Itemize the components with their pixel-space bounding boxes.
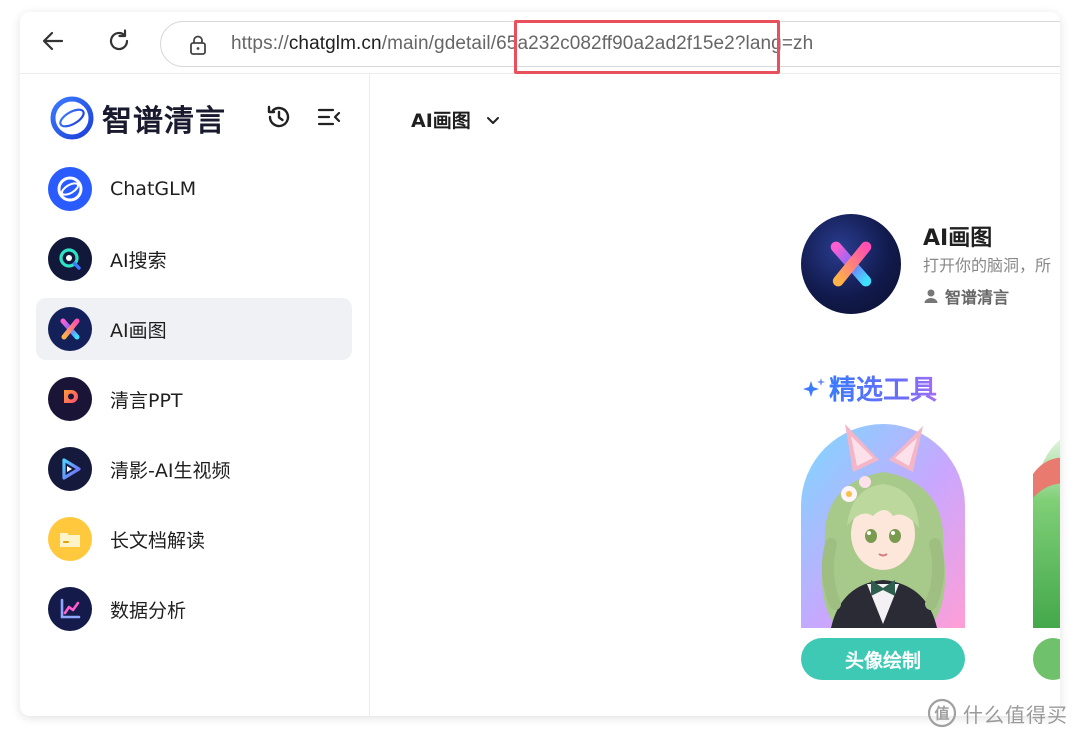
sidebar-item-ai-draw[interactable]: AI画图	[36, 298, 352, 360]
collapse-menu-icon	[317, 108, 341, 126]
address-bar[interactable]: https://chatglm.cn/main/gdetail/65a232c0…	[160, 21, 1060, 67]
history-button[interactable]	[264, 102, 294, 132]
history-icon	[267, 105, 290, 128]
watermark-text: 什么值得买	[963, 702, 1068, 727]
sidebar-item-ppt[interactable]: 清言PPT	[36, 368, 352, 430]
user-icon	[924, 289, 938, 303]
sidebar-item-long-doc[interactable]: 长文档解读	[36, 508, 352, 570]
video-icon	[48, 447, 92, 491]
sidebar-item-label: 长文档解读	[110, 529, 206, 552]
tool-card-avatar-drawing[interactable]: 头像绘制	[801, 424, 965, 680]
watermark: 值 什么值得买	[927, 698, 1068, 728]
tool-card-partial[interactable]	[1033, 424, 1060, 680]
sidebar-item-label: 清言PPT	[110, 389, 183, 412]
back-button[interactable]	[38, 26, 68, 56]
mode-label: AI画图	[411, 110, 471, 132]
sidebar: 智谱清言 ChatGLM AI搜索 AI画图 清言PPT 清影-AI生视频 长文…	[20, 74, 370, 716]
sidebar-item-label: 清影-AI生视频	[110, 459, 231, 482]
sidebar-menu: ChatGLM AI搜索 AI画图 清言PPT 清影-AI生视频 长文档解读 数…	[36, 158, 352, 648]
smzdm-logo-icon: 值	[927, 698, 957, 728]
section-title: 精选工具	[829, 368, 937, 407]
sidebar-item-chatglm[interactable]: ChatGLM	[36, 158, 352, 220]
browser-window: https://chatglm.cn/main/gdetail/65a232c0…	[20, 12, 1060, 716]
agent-card[interactable]: AI画图 打开你的脑洞，所 智谱清言	[801, 214, 1060, 314]
chatglm-icon	[48, 167, 92, 211]
avatar-artwork-image	[801, 424, 965, 628]
featured-tools-heading: 精选工具	[801, 368, 937, 407]
chart-icon	[48, 587, 92, 631]
url-host: chatglm.cn	[288, 33, 382, 54]
agent-title: AI画图	[923, 226, 993, 251]
lock-icon[interactable]	[187, 34, 209, 56]
ai-draw-logo-icon	[830, 241, 872, 287]
agent-avatar	[801, 214, 901, 314]
brand[interactable]: 智谱清言	[50, 96, 226, 140]
mode-dropdown[interactable]: AI画图	[411, 106, 501, 133]
url-path: /main/gdetail/65a232c082ff90a2ad2f15e2?l…	[381, 33, 814, 54]
sparkle-icon	[803, 377, 825, 397]
zhipu-logo-icon	[50, 96, 94, 140]
sidebar-item-ai-search[interactable]: AI搜索	[36, 228, 352, 290]
ai-draw-icon	[48, 307, 92, 351]
sidebar-item-video[interactable]: 清影-AI生视频	[36, 438, 352, 500]
sidebar-item-label: ChatGLM	[110, 178, 197, 200]
author-name: 智谱清言	[945, 288, 1010, 307]
browser-toolbar: https://chatglm.cn/main/gdetail/65a232c0…	[20, 12, 1060, 74]
brand-name: 智谱清言	[102, 104, 226, 139]
tool-artwork-image	[1033, 439, 1060, 680]
reload-button[interactable]	[104, 26, 134, 56]
collapse-sidebar-button[interactable]	[314, 102, 344, 132]
svg-text:值: 值	[934, 705, 949, 723]
arrow-left-icon	[42, 31, 64, 51]
main-content: AI画图 AI画图 打开你的脑洞，所 智谱清言 精选工具 头像绘制	[371, 74, 1060, 716]
ai-search-icon	[48, 237, 92, 281]
ppt-icon	[48, 377, 92, 421]
sidebar-item-label: 数据分析	[110, 599, 187, 622]
url-text[interactable]: https://chatglm.cn/main/gdetail/65a232c0…	[231, 33, 813, 55]
agent-author: 智谱清言	[923, 284, 1009, 308]
agent-description: 打开你的脑洞，所	[923, 256, 1052, 275]
sidebar-item-label: AI画图	[110, 319, 167, 342]
avatar-drawing-button[interactable]: 头像绘制	[801, 638, 965, 680]
sidebar-item-data-analysis[interactable]: 数据分析	[36, 578, 352, 640]
reload-icon	[109, 29, 129, 51]
folder-icon	[48, 517, 92, 561]
sidebar-item-label: AI搜索	[110, 249, 167, 272]
url-prefix: https://	[231, 33, 289, 54]
chevron-down-icon	[486, 116, 499, 124]
